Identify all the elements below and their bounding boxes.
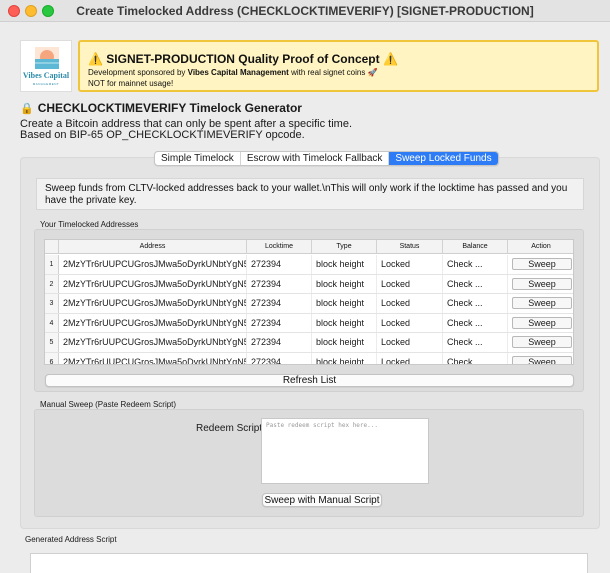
timelocked-addresses-label: Your Timelocked Addresses bbox=[40, 220, 139, 229]
status-cell[interactable]: Locked bbox=[377, 255, 443, 274]
status-cell[interactable]: Locked bbox=[377, 333, 443, 352]
logo-name: Vibes Capital bbox=[22, 71, 70, 80]
type-cell[interactable]: block height bbox=[312, 294, 377, 313]
sweep-button[interactable]: Sweep bbox=[512, 297, 572, 309]
sweep-button[interactable]: Sweep bbox=[512, 316, 572, 329]
table-row[interactable]: 3 2MzYTr6rUUPCUGrosJMwa5oDyrkUNbtYgN5 27… bbox=[45, 294, 573, 314]
description-line-2: Based on BIP-65 OP_CHECKLOCKTIMEVERIFY o… bbox=[20, 129, 305, 141]
table-row[interactable]: 1 2MzYTr6rUUPCUGrosJMwa5oDyrkUNbtYgN5 27… bbox=[45, 255, 573, 275]
manual-sweep-label: Manual Sweep (Paste Redeem Script) bbox=[40, 400, 177, 409]
refresh-list-button[interactable]: Refresh List bbox=[45, 374, 574, 387]
table-row[interactable]: 5 2MzYTr6rUUPCUGrosJMwa5oDyrkUNbtYgN5 27… bbox=[45, 333, 573, 353]
type-cell[interactable]: block height bbox=[312, 274, 377, 293]
redeem-script-label: Redeem Script: bbox=[196, 423, 265, 434]
column-header-address[interactable]: Address bbox=[59, 240, 247, 253]
row-number: 6 bbox=[45, 352, 59, 364]
table-row[interactable]: 4 2MzYTr6rUUPCUGrosJMwa5oDyrkUNbtYgN5 27… bbox=[45, 313, 573, 333]
sweep-button[interactable]: Sweep bbox=[512, 277, 572, 290]
type-cell[interactable]: block height bbox=[312, 313, 377, 332]
address-cell[interactable]: 2MzYTr6rUUPCUGrosJMwa5oDyrkUNbtYgN5 bbox=[59, 313, 247, 332]
status-cell[interactable]: Locked bbox=[377, 352, 443, 364]
table-row[interactable]: 2 2MzYTr6rUUPCUGrosJMwa5oDyrkUNbtYgN5 27… bbox=[45, 274, 573, 294]
title-bar: Create Timelocked Address (CHECKLOCKTIME… bbox=[0, 0, 610, 22]
banner-title: ⚠️ SIGNET-PRODUCTION Quality Proof of Co… bbox=[88, 52, 398, 66]
balance-cell[interactable]: Check ... bbox=[443, 352, 508, 364]
status-cell[interactable]: Locked bbox=[377, 294, 443, 313]
row-number: 1 bbox=[45, 255, 59, 274]
action-cell: Sweep bbox=[508, 333, 573, 352]
balance-cell[interactable]: Check ... bbox=[443, 333, 508, 352]
page-title: 🔒 CHECKLOCKTIMEVERIFY Timelock Generator bbox=[20, 101, 302, 115]
action-cell: Sweep bbox=[508, 255, 573, 274]
address-cell[interactable]: 2MzYTr6rUUPCUGrosJMwa5oDyrkUNbtYgN5 bbox=[59, 255, 247, 274]
redeem-script-input[interactable]: Paste redeem script hex here... bbox=[261, 418, 429, 484]
tab-sweep-locked-funds[interactable]: Sweep Locked Funds bbox=[389, 152, 498, 165]
row-number: 2 bbox=[45, 274, 59, 293]
status-cell[interactable]: Locked bbox=[377, 274, 443, 293]
table-header: Address Locktime Type Status Balance Act… bbox=[45, 240, 573, 254]
action-cell: Sweep bbox=[508, 294, 573, 313]
column-header-locktime[interactable]: Locktime bbox=[247, 240, 312, 253]
action-cell: Sweep bbox=[508, 275, 573, 294]
generated-address-script-output[interactable] bbox=[30, 553, 588, 573]
locktime-cell[interactable]: 272394 bbox=[247, 333, 312, 352]
logo-sunset-icon bbox=[35, 47, 59, 69]
sweep-info-text: Sweep funds from CLTV-locked addresses b… bbox=[36, 178, 584, 210]
addresses-table: Address Locktime Type Status Balance Act… bbox=[44, 239, 574, 365]
sweep-button[interactable]: Sweep bbox=[512, 336, 572, 348]
type-cell[interactable]: block height bbox=[312, 255, 377, 274]
window-scrollbar[interactable] bbox=[604, 30, 609, 570]
locktime-cell[interactable]: 272394 bbox=[247, 352, 312, 364]
column-header-index bbox=[45, 240, 59, 253]
balance-cell[interactable]: Check ... bbox=[443, 294, 508, 313]
column-header-balance[interactable]: Balance bbox=[443, 240, 508, 253]
banner-mainnet-warning: NOT for mainnet usage! bbox=[88, 79, 174, 88]
row-number: 4 bbox=[45, 313, 59, 332]
sweep-manual-script-button[interactable]: Sweep with Manual Script bbox=[262, 493, 382, 507]
sweep-button[interactable]: Sweep bbox=[512, 355, 572, 364]
row-number: 3 bbox=[45, 294, 59, 313]
generated-address-script-label: Generated Address Script bbox=[25, 535, 117, 544]
table-row[interactable]: 6 2MzYTr6rUUPCUGrosJMwa5oDyrkUNbtYgN5 27… bbox=[45, 352, 573, 364]
column-header-type[interactable]: Type bbox=[312, 240, 377, 253]
tab-escrow-timelock-fallback[interactable]: Escrow with Timelock Fallback bbox=[241, 152, 390, 165]
column-header-status[interactable]: Status bbox=[377, 240, 443, 253]
balance-cell[interactable]: Check ... bbox=[443, 255, 508, 274]
warning-banner: ⚠️ SIGNET-PRODUCTION Quality Proof of Co… bbox=[78, 40, 599, 92]
address-cell[interactable]: 2MzYTr6rUUPCUGrosJMwa5oDyrkUNbtYgN5 bbox=[59, 294, 247, 313]
action-cell: Sweep bbox=[508, 314, 573, 333]
address-cell[interactable]: 2MzYTr6rUUPCUGrosJMwa5oDyrkUNbtYgN5 bbox=[59, 333, 247, 352]
column-header-action[interactable]: Action bbox=[508, 240, 573, 253]
tab-bar: Simple Timelock Escrow with Timelock Fal… bbox=[154, 151, 499, 166]
company-logo: Vibes Capital MANAGEMENT bbox=[20, 40, 72, 92]
status-cell[interactable]: Locked bbox=[377, 313, 443, 332]
locktime-cell[interactable]: 272394 bbox=[247, 294, 312, 313]
lock-icon: 🔒 bbox=[20, 103, 34, 115]
balance-cell[interactable]: Check ... bbox=[443, 274, 508, 293]
locktime-cell[interactable]: 272394 bbox=[247, 255, 312, 274]
address-cell[interactable]: 2MzYTr6rUUPCUGrosJMwa5oDyrkUNbtYgN5 bbox=[59, 352, 247, 364]
window-title: Create Timelocked Address (CHECKLOCKTIME… bbox=[76, 4, 534, 18]
logo-subtitle: MANAGEMENT bbox=[32, 82, 60, 86]
address-cell[interactable]: 2MzYTr6rUUPCUGrosJMwa5oDyrkUNbtYgN5 bbox=[59, 274, 247, 293]
sweep-button[interactable]: Sweep bbox=[512, 258, 572, 270]
type-cell[interactable]: block height bbox=[312, 333, 377, 352]
action-cell: Sweep bbox=[508, 353, 573, 364]
locktime-cell[interactable]: 272394 bbox=[247, 313, 312, 332]
locktime-cell[interactable]: 272394 bbox=[247, 274, 312, 293]
row-number: 5 bbox=[45, 333, 59, 352]
banner-sponsor-line: Development sponsored by Vibes Capital M… bbox=[88, 68, 378, 77]
type-cell[interactable]: block height bbox=[312, 352, 377, 364]
tab-simple-timelock[interactable]: Simple Timelock bbox=[155, 152, 241, 165]
balance-cell[interactable]: Check ... bbox=[443, 313, 508, 332]
